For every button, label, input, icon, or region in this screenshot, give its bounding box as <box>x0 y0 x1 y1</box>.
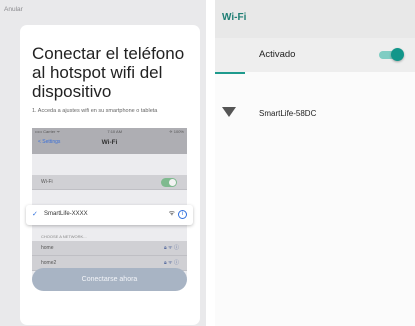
app-bar: Wi-Fi <box>215 0 415 38</box>
ios-time: 7:10 AM <box>107 129 123 134</box>
ios-selected-network: ✓ SmartLife-XXXX ᯤi <box>26 205 193 225</box>
ios-title: Wi-Fi <box>101 139 118 146</box>
divider-accent <box>215 72 245 74</box>
ios-network-row: home 🔒︎ ᯤ ⓘ <box>32 241 187 256</box>
card-title: Conectar el teléfono al hotspot wifi del… <box>32 44 185 101</box>
instruction-panel: Anular Conectar el teléfono al hotspot w… <box>0 0 206 326</box>
network-name: SmartLife-58DC <box>259 109 317 118</box>
ios-battery: ✈ 100% <box>169 129 184 134</box>
android-wifi-settings: Wi-Fi Activado SmartLife-58DC <box>215 0 415 326</box>
ios-network-icons: ᯤi <box>169 209 187 219</box>
info-icon: i <box>178 210 187 219</box>
wifi-toggle-label: Activado <box>259 49 296 60</box>
network-list-item[interactable]: SmartLife-58DC <box>215 100 415 128</box>
ios-network-name: home2 <box>41 260 57 266</box>
page-title: Wi-Fi <box>222 12 247 23</box>
instruction-step-text: 1. Acceda a ajustes wifi en su smartphon… <box>32 108 158 114</box>
toggle-knob <box>391 48 404 61</box>
checkmark-icon: ✓ <box>32 211 38 218</box>
ios-wifi-row: Wi-Fi <box>32 175 187 190</box>
ios-network-name: home <box>41 245 54 251</box>
lock-wifi-info-icon: 🔒︎ ᯤ ⓘ <box>163 245 179 251</box>
ios-selected-network-name: SmartLife-XXXX <box>44 211 88 217</box>
wifi-toggle-switch[interactable] <box>379 48 404 61</box>
wifi-signal-icon <box>222 107 236 117</box>
instruction-card: Conectar el teléfono al hotspot wifi del… <box>20 25 200 325</box>
ios-wifi-toggle <box>161 178 177 187</box>
ios-wifi-label: Wi-Fi <box>41 179 53 185</box>
ios-choose-network-label: CHOOSE A NETWORK... <box>41 234 87 239</box>
wifi-toggle-row[interactable]: Activado <box>215 38 415 72</box>
connect-now-button[interactable]: Conectarse ahora <box>32 268 187 291</box>
ios-carrier: ••••• Carrier ᯤ <box>35 129 61 134</box>
ios-status-bar: ••••• Carrier ᯤ 7:10 AM ✈ 100% <box>35 129 184 135</box>
wifi-icon: ᯤ <box>168 210 175 217</box>
ios-settings-illustration: ••••• Carrier ᯤ 7:10 AM ✈ 100% < Setting… <box>26 128 193 278</box>
cancel-button[interactable]: Anular <box>4 6 23 13</box>
ios-nav-bar: ••••• Carrier ᯤ 7:10 AM ✈ 100% < Setting… <box>32 128 187 154</box>
